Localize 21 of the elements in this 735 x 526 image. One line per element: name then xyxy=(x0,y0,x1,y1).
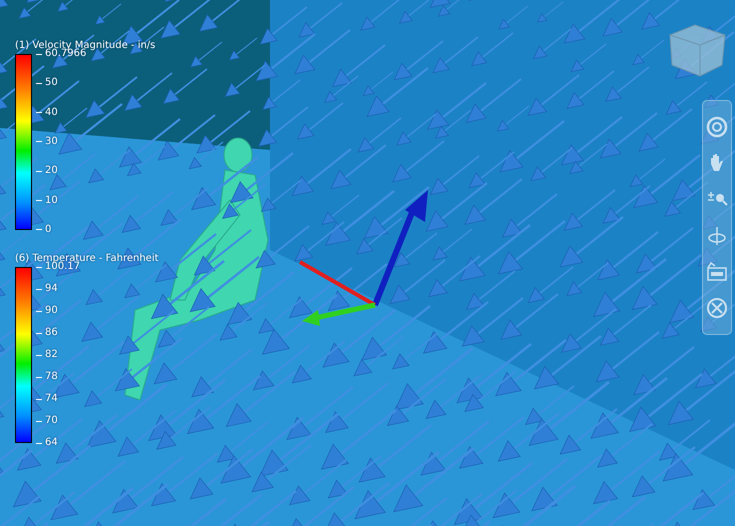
scale-tick-label: 70 xyxy=(36,415,80,427)
scale-tick-label: 64 xyxy=(36,437,80,449)
scale-tick-label: 20 xyxy=(36,165,86,178)
scale-tick-label: 10 xyxy=(36,194,86,207)
scale-tick-label: 100.17 xyxy=(36,261,80,273)
close-icon[interactable] xyxy=(705,296,729,320)
scale-tick-label: 74 xyxy=(36,393,80,405)
legend-title: (6) Temperature - Fahrenheit xyxy=(15,253,159,264)
scale-tick-label: 86 xyxy=(36,327,80,339)
scale-tick-label: 30 xyxy=(36,136,86,148)
scale-tick-label: 40 xyxy=(36,106,86,119)
scale-tick-label: 78 xyxy=(36,371,80,383)
view-cube-icon xyxy=(669,24,726,77)
scale-tick-label: 0 xyxy=(36,224,86,236)
scale-tick-label: 82 xyxy=(36,349,80,361)
scale-tick-label: 50 xyxy=(36,77,86,90)
scale-tick-label: 94 xyxy=(36,283,80,295)
scale-tick-label: 90 xyxy=(36,305,80,317)
scale-tick-label: 60.7966 xyxy=(36,48,86,60)
axis-triad-icon xyxy=(299,190,428,326)
look-at-icon[interactable] xyxy=(705,260,729,284)
